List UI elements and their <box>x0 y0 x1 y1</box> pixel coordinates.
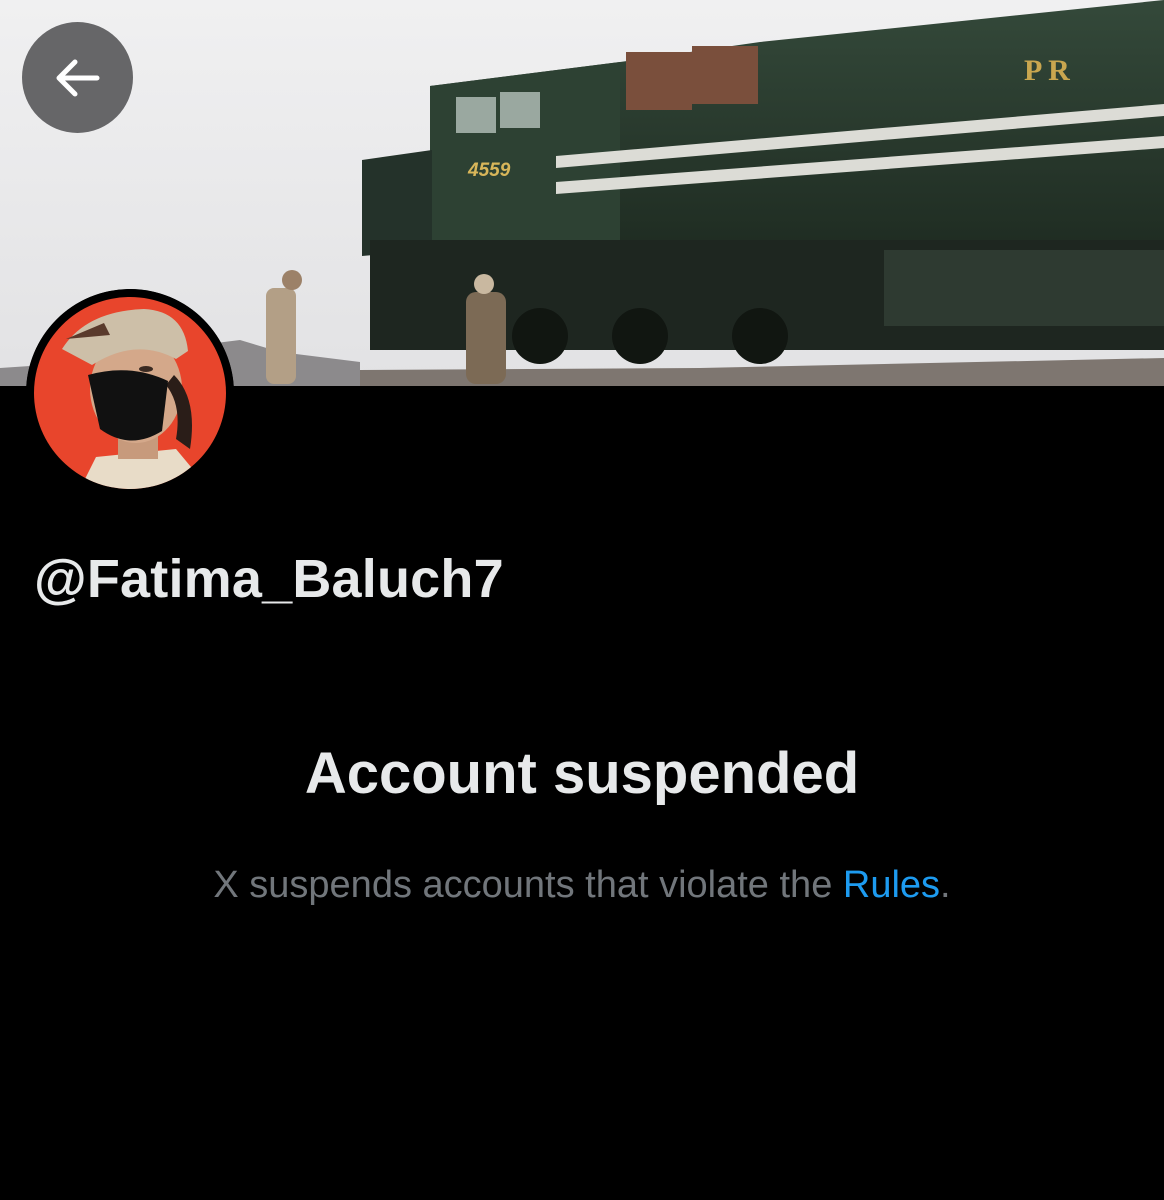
back-button[interactable] <box>22 22 133 133</box>
profile-handle: @Fatima_Baluch7 <box>34 549 504 609</box>
suspended-description: X suspends accounts that violate the Rul… <box>0 864 1164 907</box>
locomotive-number: 4559 <box>467 160 511 181</box>
description-text: X suspends accounts that violate the <box>213 864 843 906</box>
arrow-left-icon <box>56 59 99 96</box>
rules-link[interactable]: Rules <box>843 864 940 906</box>
suspended-title: Account suspended <box>304 741 860 806</box>
avatar-image <box>26 289 234 497</box>
description-period: . <box>940 864 951 906</box>
locomotive-letters: P R <box>1024 54 1070 87</box>
avatar[interactable] <box>26 289 234 497</box>
